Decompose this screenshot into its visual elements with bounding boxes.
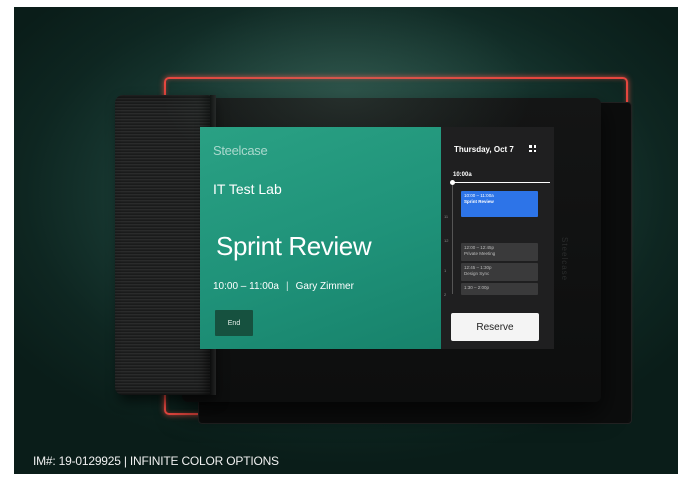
grid-icon[interactable] xyxy=(529,145,536,152)
hour-tick: 12 xyxy=(444,238,449,243)
meeting-info: 10:00 – 11:00a | Gary Zimmer xyxy=(213,281,354,292)
fabric-side-panel xyxy=(115,95,216,395)
meeting-organizer: Gary Zimmer xyxy=(295,281,354,292)
current-date: Thursday, Oct 7 xyxy=(454,145,514,154)
schedule-event[interactable]: 1:30 – 2:00p xyxy=(461,283,538,295)
meeting-title: Sprint Review xyxy=(216,231,372,261)
event-title: Sprint Review xyxy=(464,199,494,204)
current-time-label: 10:00a xyxy=(453,172,472,178)
event-title: Design Sync xyxy=(464,271,490,276)
schedule-sidebar: Thursday, Oct 7 10:00a 11 12 1 2 10:00 –… xyxy=(441,127,554,349)
scheduler-screen: Steelcase IT Test Lab Sprint Review 10:0… xyxy=(200,127,554,349)
reserve-button[interactable]: Reserve xyxy=(451,313,539,341)
meeting-info-separator: | xyxy=(286,281,289,292)
schedule-event[interactable]: 12:45 – 1:30p Design Sync xyxy=(461,263,538,281)
room-status-panel: Steelcase IT Test Lab Sprint Review 10:0… xyxy=(200,127,441,349)
timeline-axis xyxy=(452,182,453,294)
current-time-indicator xyxy=(450,180,550,185)
meeting-time: 10:00 – 11:00a xyxy=(213,281,279,292)
event-title: Private Meeting xyxy=(464,251,496,256)
event-time: 1:30 – 2:00p xyxy=(464,285,490,290)
image-caption: IM#: 19-0129925 | INFINITE COLOR OPTIONS xyxy=(33,454,279,468)
schedule-event[interactable]: 12:00 – 12:45p Private Meeting xyxy=(461,243,538,261)
device-side-logo: Steelcase xyxy=(560,237,569,282)
room-name: IT Test Lab xyxy=(213,181,282,197)
hour-tick: 2 xyxy=(444,292,447,297)
hour-tick: 1 xyxy=(444,268,447,273)
end-meeting-button[interactable]: End xyxy=(215,310,253,336)
schedule-event-current[interactable]: 10:00 – 11:00a Sprint Review xyxy=(461,191,538,217)
hour-tick: 11 xyxy=(444,214,449,219)
brand-logo: Steelcase xyxy=(213,143,268,158)
